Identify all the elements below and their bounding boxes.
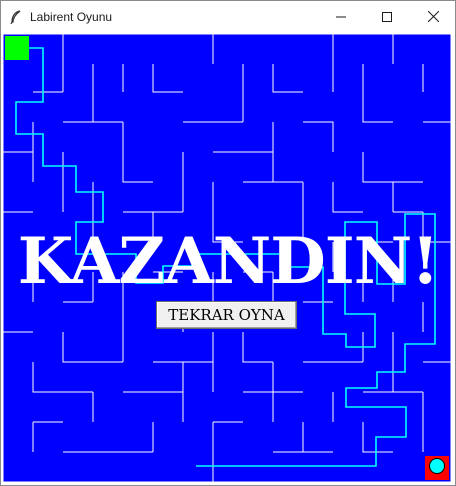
- minimize-button[interactable]: [318, 1, 364, 32]
- game-area: KAZANDIN! TEKRAR OYNA: [1, 32, 455, 485]
- replay-button[interactable]: TEKRAR OYNA: [156, 301, 297, 329]
- player-marker: [429, 458, 445, 474]
- game-window: Labirent Oyunu KAZANDIN! TEKRAR OYNA: [0, 0, 456, 486]
- start-cell: [5, 36, 29, 60]
- close-icon: [427, 11, 439, 22]
- title-bar[interactable]: Labirent Oyunu: [1, 1, 455, 32]
- win-message: KAZANDIN!: [17, 224, 440, 299]
- window-title: Labirent Oyunu: [30, 9, 113, 24]
- close-button[interactable]: [410, 1, 456, 32]
- maximize-icon: [382, 11, 392, 22]
- feather-icon: [10, 9, 21, 24]
- minimize-icon: [336, 16, 346, 17]
- maximize-button[interactable]: [364, 1, 410, 32]
